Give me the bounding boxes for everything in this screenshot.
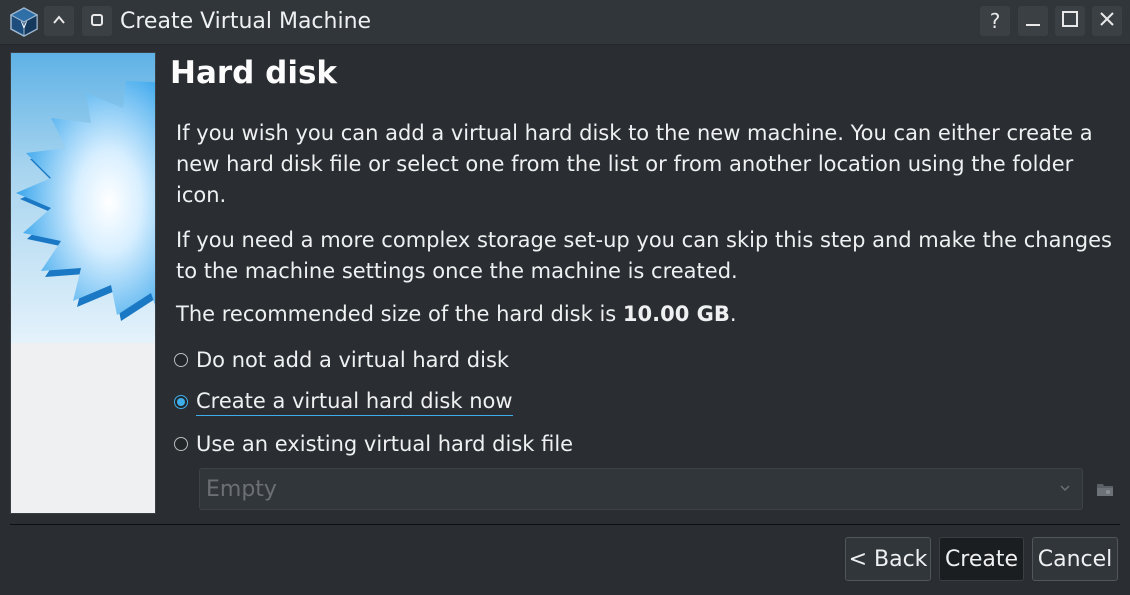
close-icon <box>1098 9 1116 33</box>
folder-icon[interactable] <box>1096 480 1114 498</box>
help-icon: ? <box>989 9 1001 33</box>
help-button[interactable]: ? <box>980 6 1010 36</box>
chevron-up-icon <box>51 9 67 33</box>
page-title: Hard disk <box>170 55 338 91</box>
close-button[interactable] <box>1092 6 1122 36</box>
radio-create-disk[interactable]: Create a virtual hard disk now <box>174 387 513 417</box>
radio-button[interactable] <box>174 353 188 367</box>
radio-label: Do not add a virtual hard disk <box>196 348 510 372</box>
radio-no-disk[interactable]: Do not add a virtual hard disk <box>174 345 509 375</box>
create-button[interactable]: Create <box>939 537 1024 581</box>
minimize-button[interactable] <box>1018 6 1048 36</box>
storage-hint-paragraph: If you need a more complex storage set-u… <box>176 228 1112 283</box>
radio-button-checked[interactable] <box>174 395 188 409</box>
back-button[interactable]: < Back <box>845 537 931 581</box>
radio-button[interactable] <box>174 437 188 451</box>
svg-text:V: V <box>21 21 28 31</box>
button-separator <box>10 524 1120 525</box>
recommended-size-value: 10.00 GB <box>622 302 730 326</box>
keep-above-button[interactable] <box>44 6 74 36</box>
radio-existing-disk[interactable]: Use an existing virtual hard disk file <box>174 429 573 459</box>
square-icon <box>89 9 105 33</box>
radio-label: Use an existing virtual hard disk file <box>196 432 574 456</box>
wizard-banner-image <box>10 52 156 514</box>
minimize-icon <box>1024 9 1042 33</box>
maximize-button[interactable] <box>1055 6 1085 36</box>
select-value: Empty <box>206 476 277 502</box>
existing-disk-select[interactable]: Empty <box>199 468 1083 510</box>
radio-label: Create a virtual hard disk now <box>196 389 513 416</box>
maximize-icon <box>1061 9 1079 33</box>
chevron-down-icon <box>1058 481 1072 499</box>
starburst-image <box>16 81 155 321</box>
virtualbox-icon[interactable]: V <box>8 6 40 38</box>
window-title: Create Virtual Machine <box>120 9 372 34</box>
cancel-button[interactable]: Cancel <box>1032 537 1118 581</box>
all-desktops-button[interactable] <box>82 6 112 36</box>
recommended-prefix: The recommended size of the hard disk is <box>176 302 623 326</box>
intro-paragraph: If you wish you can add a virtual hard d… <box>176 121 1093 207</box>
recommended-suffix: . <box>729 302 737 326</box>
recommended-size-text: The recommended size of the hard disk is… <box>176 299 1116 330</box>
title-bar: V Create Virtual Machine ? <box>0 0 1130 45</box>
